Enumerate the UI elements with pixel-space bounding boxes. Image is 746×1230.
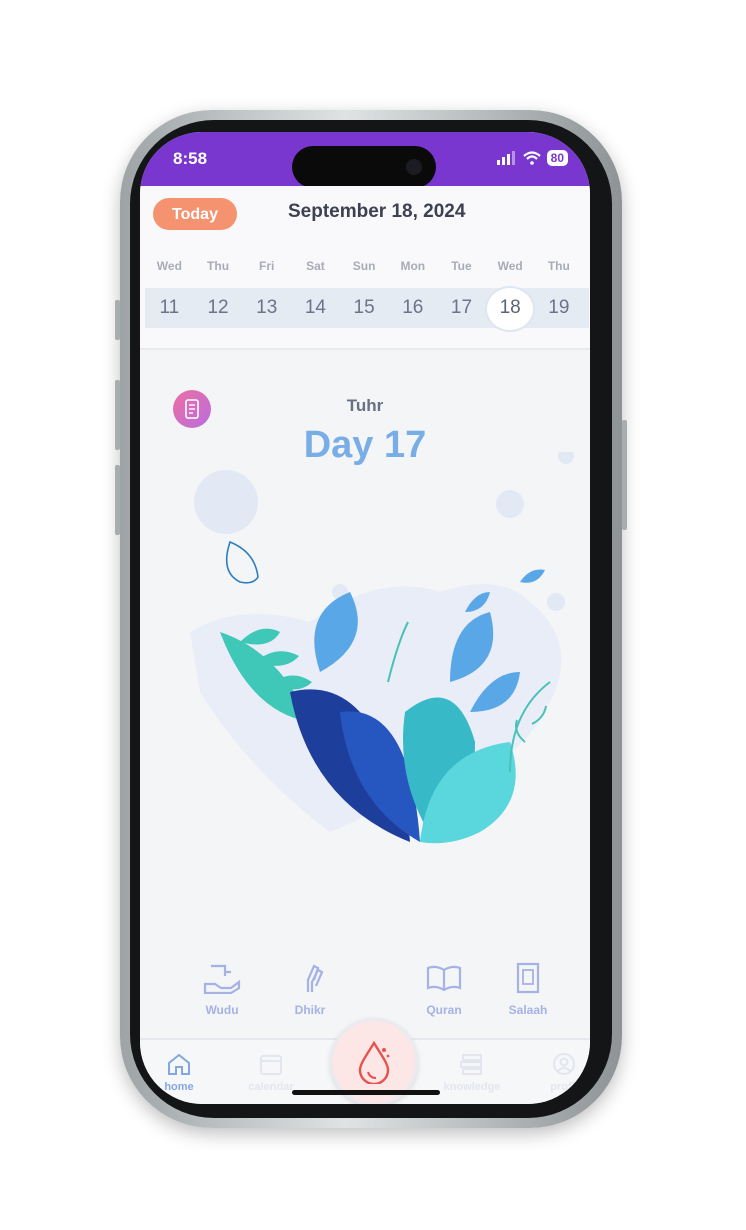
cycle-phase: Tuhr	[346, 396, 384, 415]
day-cell[interactable]: 13	[242, 297, 291, 319]
quick-action-quran[interactable]: Quran	[414, 962, 474, 1017]
weekday-label: Thu	[547, 259, 570, 273]
phone-action-button	[115, 300, 120, 340]
quick-action-wudu[interactable]: Wudu	[192, 962, 252, 1017]
home-icon	[168, 1053, 190, 1075]
status-bar: 8:58 80	[140, 132, 590, 188]
wifi-icon	[522, 151, 541, 165]
day-cell[interactable]: 15	[340, 297, 389, 319]
tab-label: profil	[550, 1081, 578, 1093]
weekday-label: Tue	[451, 259, 472, 273]
weekday-label: Thu	[207, 259, 230, 273]
quick-action-label: Wudu	[205, 1003, 239, 1017]
prayer-mat-icon	[516, 962, 540, 994]
blood-drop-icon	[358, 1040, 390, 1084]
signal-icon	[496, 151, 515, 165]
weekday-label: Wed	[156, 259, 182, 273]
tab-label: knowledge	[443, 1081, 501, 1093]
tab-profile[interactable]: profil	[529, 1052, 590, 1093]
quick-action-label: Dhikr	[294, 1003, 326, 1017]
day-cell-selected[interactable]: 18	[484, 286, 535, 332]
open-book-icon	[426, 965, 462, 992]
battery-indicator: 80	[546, 150, 568, 166]
phone-volume-down	[115, 465, 120, 535]
weekday-label: Sun	[352, 259, 376, 273]
leaves-illustration	[190, 452, 574, 844]
dynamic-island	[292, 146, 436, 188]
quick-action-label: Salaah	[508, 1003, 548, 1017]
home-indicator	[292, 1090, 440, 1095]
hand-water-icon	[203, 964, 241, 995]
calendar-header: Today September 18, 2024 Wed Thu Fri Sat…	[140, 186, 590, 350]
books-icon	[460, 1054, 482, 1075]
selected-date-title: September 18, 2024	[288, 201, 466, 222]
day-cell[interactable]: 12	[194, 297, 243, 319]
weekday-label: Mon	[400, 259, 426, 273]
quick-action-salaah[interactable]: Salaah	[498, 962, 558, 1017]
profile-icon	[553, 1053, 575, 1075]
weekday-label: Fri	[259, 259, 275, 273]
phone-power-button	[622, 420, 627, 530]
quick-action-dhikr[interactable]: Dhikr	[280, 962, 340, 1017]
quick-action-label: Quran	[426, 1003, 462, 1017]
day-strip: 11 12 13 14 15 16 17 18 19	[145, 286, 589, 332]
status-time: 8:58	[173, 149, 208, 168]
day-cell[interactable]: 11	[145, 297, 194, 319]
today-button[interactable]: Today	[153, 198, 237, 230]
tab-home[interactable]: home	[144, 1052, 214, 1093]
weekday-label: Wed	[497, 259, 523, 273]
weekday-row: Wed Thu Fri Sat Sun Mon Tue Wed Thu	[145, 259, 585, 273]
weekday-label: Sat	[306, 259, 325, 273]
calendar-icon	[260, 1055, 282, 1075]
phone-volume-up	[115, 380, 120, 450]
tab-calendar[interactable]: calendar	[236, 1052, 306, 1093]
prayer-hands-icon	[306, 964, 324, 992]
day-cell[interactable]: 14	[291, 297, 340, 319]
day-cell[interactable]: 19	[535, 297, 584, 319]
day-cell[interactable]: 16	[388, 297, 437, 319]
day-cell[interactable]: 17	[437, 297, 486, 319]
tab-knowledge[interactable]: knowledge	[437, 1052, 507, 1093]
app-screen: 8:58 80 Today September 18, 2024 Wed Thu…	[140, 132, 590, 1104]
tab-label: home	[164, 1081, 194, 1093]
